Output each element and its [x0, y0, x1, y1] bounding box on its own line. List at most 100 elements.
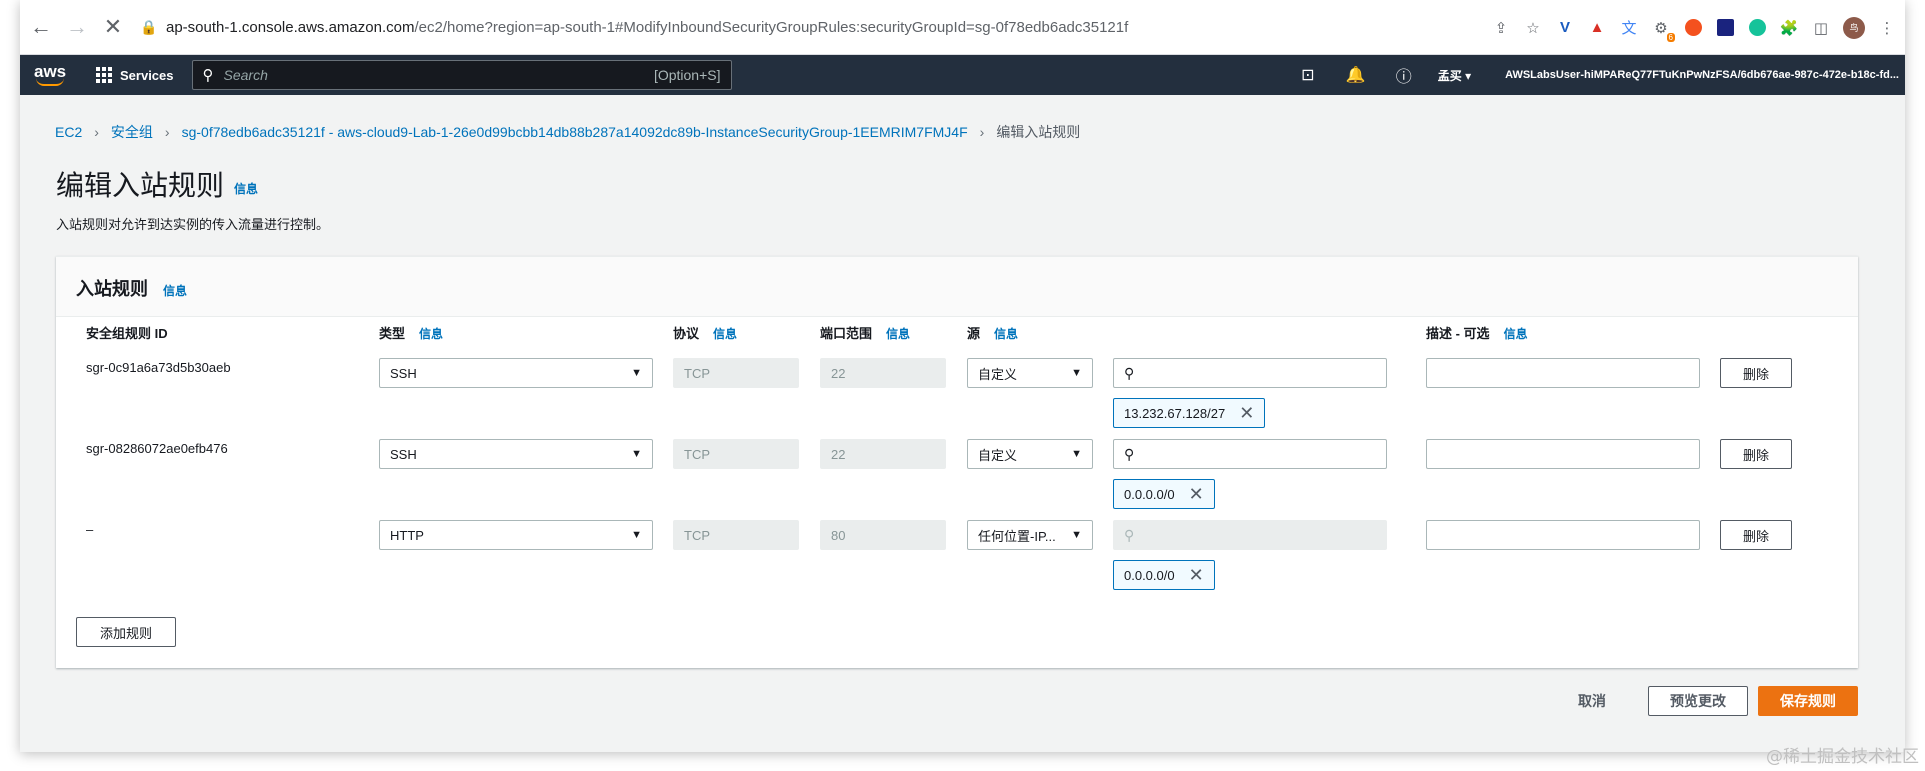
cidr-search-input: ⚲ [1113, 520, 1387, 550]
translate-icon[interactable]: 文 [1619, 18, 1639, 38]
region-selector[interactable]: 孟买 ▾ [1438, 67, 1471, 84]
description-input[interactable] [1426, 358, 1700, 388]
description-input[interactable] [1426, 520, 1700, 550]
column-header-protocol: 协议 信息 [673, 326, 738, 341]
info-link[interactable]: 信息 [1504, 327, 1528, 341]
nav-right: ⊡ 🔔 ⓘ 孟买 ▾ AWSLabsUser-hiMPAReQ77FTuKnPw… [1284, 55, 1905, 95]
browser-extensions: ⇪ ☆ V ▲ 文 ⚙ 6 🧩 ◫ 鸟 ⋮ [1491, 0, 1897, 55]
url-path: /ec2/home?region=ap-south-1#ModifyInboun… [414, 18, 1129, 36]
puzzle-icon[interactable]: 🧩 [1779, 18, 1799, 38]
info-link[interactable]: 信息 [994, 327, 1018, 341]
breadcrumb-security-groups[interactable]: 安全组 [111, 122, 153, 142]
stop-loading-icon[interactable]: ✕ [98, 12, 128, 42]
aws-top-nav: aws Services ⚲ Search [Option+S] ⊡ 🔔 ⓘ 孟… [20, 55, 1905, 95]
cidr-token: 0.0.0.0/0 ✕ [1113, 479, 1215, 509]
extension-icon[interactable] [1715, 18, 1735, 38]
browser-toolbar: ← → ✕ 🔒 ap-south-1.console.aws.amazon.co… [20, 0, 1905, 55]
description-input[interactable] [1426, 439, 1700, 469]
lock-icon[interactable]: 🔒 [140, 19, 160, 36]
extension-badge-icon[interactable]: ⚙ 6 [1651, 18, 1675, 42]
close-icon[interactable]: ✕ [1189, 485, 1204, 503]
column-header-source: 源信息 [967, 326, 1019, 341]
notifications-bell-icon[interactable]: 🔔 [1332, 65, 1380, 85]
breadcrumb-security-group[interactable]: sg-0f78edb6adc35121f - aws-cloud9-Lab-1-… [182, 124, 968, 140]
services-label: Services [120, 67, 174, 83]
aws-logo[interactable]: aws [34, 60, 74, 90]
extension-badge: 6 [1666, 32, 1675, 42]
search-icon: ⚲ [1124, 526, 1135, 543]
search-placeholder: Search [223, 67, 268, 83]
inbound-rules-panel: 入站规则 信息 安全组规则 ID 类型 信息 协议 信息 端口范围 信息 源信息 描述… [56, 256, 1858, 668]
info-link[interactable]: 信息 [234, 180, 258, 197]
share-icon[interactable]: ⇪ [1491, 18, 1511, 38]
column-header-rule-id: 安全组规则 ID [86, 326, 168, 341]
address-bar[interactable]: ap-south-1.console.aws.amazon.com/ec2/ho… [166, 19, 1128, 36]
add-rule-button[interactable]: 添加规则 [76, 617, 176, 647]
protocol-field: TCP [673, 520, 799, 550]
info-link[interactable]: 信息 [419, 327, 443, 341]
column-header-type: 类型 信息 [379, 326, 444, 341]
source-select[interactable]: 任何位置-IP... ▼ [967, 520, 1093, 550]
port-range-field: 80 [820, 520, 946, 550]
rule-id: sgr-08286072ae0efb476 [86, 441, 228, 456]
panel-header: 入站规则 信息 [56, 257, 1858, 317]
extension-icon[interactable] [1683, 18, 1703, 38]
port-range-field: 22 [820, 358, 946, 388]
url-host: ap-south-1.console.aws.amazon.com [166, 18, 415, 36]
extension-icon[interactable]: ▲ [1587, 18, 1607, 38]
profile-avatar[interactable]: 鸟 [1843, 16, 1865, 39]
type-select[interactable]: HTTP ▼ [379, 520, 653, 550]
back-icon[interactable]: ← [26, 12, 56, 42]
preview-changes-button[interactable]: 预览更改 [1648, 686, 1748, 716]
forward-icon[interactable]: → [62, 12, 92, 42]
account-menu[interactable]: AWSLabsUser-hiMPAReQ77FTuKnPwNzFSA/6db67… [1505, 69, 1899, 81]
search-input[interactable]: ⚲ Search [Option+S] [191, 60, 732, 90]
rule-id: sgr-0c91a6a73d5b30aeb [86, 360, 231, 375]
cloudshell-icon[interactable]: ⊡ [1284, 65, 1332, 85]
search-icon: ⚲ [1124, 445, 1135, 462]
info-link[interactable]: 信息 [163, 282, 187, 299]
page-description: 入站规则对允许到达实例的传入流量进行控制。 [56, 217, 330, 232]
breadcrumb-ec2[interactable]: EC2 [55, 124, 82, 140]
port-range-field: 22 [820, 439, 946, 469]
delete-button[interactable]: 删除 [1720, 358, 1792, 388]
panel-title: 入站规则 [76, 279, 148, 299]
menu-icon[interactable]: ⋮ [1877, 18, 1897, 38]
cidr-token: 0.0.0.0/0 ✕ [1113, 560, 1215, 590]
save-rules-button[interactable]: 保存规则 [1758, 686, 1858, 716]
chevron-right-icon: › [164, 124, 170, 140]
chevron-right-icon: › [94, 124, 99, 140]
services-menu[interactable]: Services [96, 67, 174, 83]
cidr-search-input[interactable]: ⚲ [1113, 358, 1387, 388]
vue-devtools-icon[interactable]: V [1555, 18, 1575, 38]
delete-button[interactable]: 删除 [1720, 520, 1792, 550]
info-link[interactable]: 信息 [713, 327, 737, 341]
breadcrumb-current: 编辑入站规则 [996, 124, 1081, 140]
close-icon[interactable]: ✕ [1239, 404, 1254, 422]
type-select[interactable]: SSH ▼ [379, 358, 653, 388]
bookmark-star-icon[interactable]: ☆ [1523, 18, 1543, 38]
source-select[interactable]: 自定义 ▼ [967, 358, 1093, 388]
close-icon[interactable]: ✕ [1189, 566, 1204, 584]
cidr-token: 13.232.67.128/27 ✕ [1113, 398, 1266, 428]
aws-smile-icon [36, 78, 64, 86]
source-select[interactable]: 自定义 ▼ [967, 439, 1093, 469]
breadcrumb: EC2 › 安全组 › sg-0f78edb6adc35121f - aws-c… [55, 122, 1080, 142]
delete-button[interactable]: 删除 [1720, 439, 1792, 469]
search-icon: ⚲ [202, 67, 214, 84]
caret-down-icon: ▼ [631, 529, 642, 541]
info-link[interactable]: 信息 [886, 327, 910, 341]
caret-down-icon: ▼ [631, 448, 642, 460]
rule-id: – [86, 522, 94, 537]
cidr-search-input[interactable]: ⚲ [1113, 439, 1387, 469]
help-icon[interactable]: ⓘ [1380, 63, 1428, 87]
protocol-field: TCP [673, 439, 799, 469]
column-header-description: 描述 - 可选 信息 [1426, 326, 1528, 341]
cancel-button[interactable]: 取消 [1578, 691, 1606, 711]
type-select[interactable]: SSH ▼ [379, 439, 653, 469]
caret-down-icon: ▼ [1071, 367, 1082, 379]
grammarly-icon[interactable] [1747, 18, 1767, 38]
search-icon: ⚲ [1124, 364, 1135, 381]
side-panel-icon[interactable]: ◫ [1811, 18, 1831, 38]
grid-icon [96, 67, 112, 83]
